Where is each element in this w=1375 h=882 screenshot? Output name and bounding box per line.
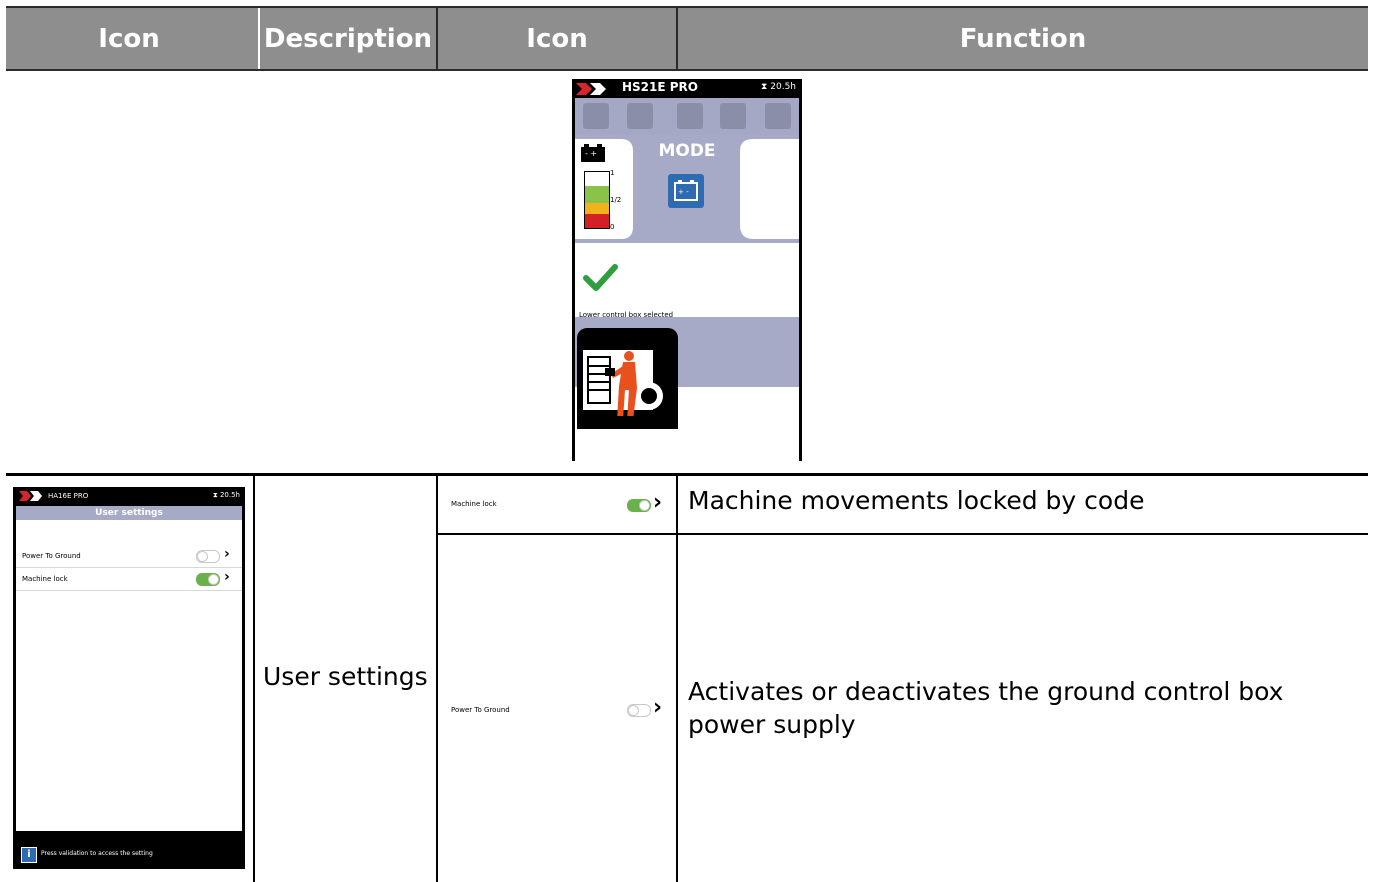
plug-ac-icon	[583, 103, 609, 129]
brand-logo	[19, 491, 42, 501]
battery-gauge	[584, 171, 610, 229]
chevron-right-icon: ›	[653, 490, 663, 515]
fuel-icon	[765, 103, 791, 129]
ready-label: READY	[630, 272, 668, 283]
row-divider	[6, 473, 1368, 476]
settings-footer: Press validation to access the setting	[41, 850, 153, 857]
info-icon: i	[21, 847, 37, 863]
check-icon	[578, 255, 622, 300]
row-label: Machine lock	[22, 575, 68, 583]
machine-lock-toggle-icon	[627, 499, 651, 512]
column-divider	[436, 476, 438, 882]
chevron-right-icon: ›	[653, 695, 663, 720]
brand-logo	[576, 83, 606, 95]
power-to-ground-toggle-icon	[627, 704, 651, 717]
generator-icon	[677, 103, 703, 129]
settings-row-power-to-ground: Power To Ground ›	[16, 545, 242, 568]
hours-readout: ⧗ 20.5h	[761, 82, 796, 92]
hours-readout: ⧗ 20.5h	[212, 491, 240, 499]
screen-titlebar: HS21E PRO ⧗ 20.5h	[572, 79, 802, 97]
toggle-switch	[196, 573, 220, 586]
hourglass-icon: ⧗	[761, 82, 768, 92]
function-power-to-ground: Activates or deactivates the ground cont…	[688, 677, 1284, 739]
row-label: Power To Ground	[22, 552, 81, 560]
header-function: Function	[959, 23, 1087, 54]
gauge-label-empty: 0	[610, 223, 615, 231]
lower-control-box-icon	[577, 328, 678, 429]
chevron-right-icon: ›	[224, 569, 230, 585]
screen-model: HA16E PRO	[48, 492, 89, 500]
mode-label: MODE	[658, 141, 716, 161]
header-icon-1: Icon	[98, 23, 160, 54]
header-icon-2: Icon	[526, 23, 588, 54]
icon-label-machine-lock: Machine lock	[451, 500, 497, 508]
gauge-label-half: 1/2	[610, 196, 622, 204]
svg-text:- +: - +	[585, 149, 597, 158]
screen-footer: 4001197770 v1.01 EUROPEAN 13/12/2022 15 …	[599, 447, 775, 455]
status-text: Lower control box selected	[579, 311, 674, 319]
chevron-right-icon: ›	[224, 546, 230, 562]
column-divider	[676, 476, 678, 882]
sub-row-divider	[438, 533, 1368, 535]
plug-dc-icon	[627, 103, 653, 129]
description-user-settings: User settings	[263, 662, 428, 691]
function-machine-lock: Machine movements locked by code	[688, 486, 1145, 515]
header-description: Description	[263, 23, 433, 54]
power-mode-icon-row	[575, 98, 799, 135]
main-screen-image: HS21E PRO ⧗ 20.5h MODE - + 1 1/2 0 + - R…	[572, 79, 802, 465]
battery-icon: - +	[581, 144, 605, 162]
settings-row-machine-lock: Machine lock ›	[16, 568, 242, 591]
icon-label-power-to-ground: Power To Ground	[451, 706, 510, 714]
toggle-switch	[196, 550, 220, 563]
battery-mode-icon: + -	[668, 174, 704, 208]
settings-screen-image: HA16E PRO ⧗ 20.5h User settings Power To…	[13, 487, 245, 869]
svg-text:+ -: + -	[678, 188, 689, 196]
settings-subtitle: User settings	[16, 506, 242, 520]
screen-model: HS21E PRO	[622, 80, 698, 94]
hourglass-icon: ⧗	[212, 491, 218, 499]
settings-panel: User settings Power To Ground › Machine …	[16, 506, 242, 831]
gauge-label-full: 1	[610, 169, 615, 177]
column-divider	[253, 476, 255, 882]
engine-icon	[720, 103, 746, 129]
table-header: Icon Description Icon Function	[6, 6, 1368, 71]
